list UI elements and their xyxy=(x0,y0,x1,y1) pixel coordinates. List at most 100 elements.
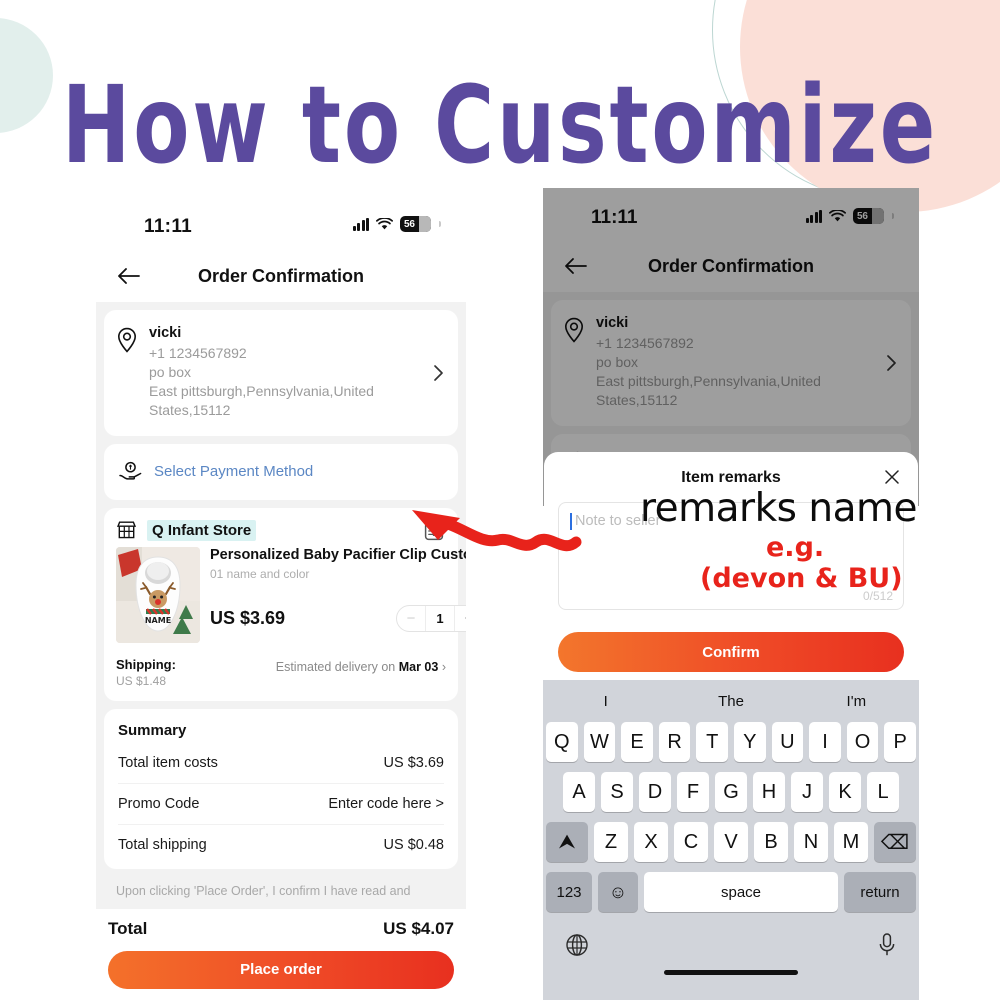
key-m[interactable]: M xyxy=(834,822,868,862)
address-line2: East pittsburgh,Pennsylvania,United xyxy=(149,382,374,399)
payment-method-card[interactable]: Select Payment Method xyxy=(104,443,458,500)
key-h[interactable]: H xyxy=(753,772,785,812)
summary-row-value: US $3.69 xyxy=(383,754,444,771)
shipping-left: Shipping: US $1.48 xyxy=(116,657,176,688)
signal-bars-icon xyxy=(805,209,822,223)
product-thumbnail: NAME xyxy=(116,546,200,643)
keyboard-suggestions: I The I'm xyxy=(543,680,919,722)
microphone-icon[interactable] xyxy=(877,932,897,958)
address-line1: po box xyxy=(596,353,639,370)
address-phone: +1 1234567892 xyxy=(596,335,694,351)
key-b[interactable]: B xyxy=(754,822,788,862)
key-z[interactable]: Z xyxy=(594,822,628,862)
keyboard-row-2: A S D F G H J K L xyxy=(546,772,916,812)
nav-title: Order Confirmation xyxy=(647,255,814,276)
return-key[interactable]: return xyxy=(844,872,916,912)
page-title: How to Customize xyxy=(61,62,939,188)
key-u[interactable]: U xyxy=(771,722,804,762)
key-x[interactable]: X xyxy=(634,822,668,862)
nav-bar: Order Confirmation xyxy=(543,240,919,292)
minus-icon[interactable]: − xyxy=(397,610,425,627)
key-i[interactable]: I xyxy=(809,722,841,762)
product-price: US $3.69 xyxy=(210,607,286,628)
place-order-button[interactable]: Place order xyxy=(108,950,454,989)
key-s[interactable]: S xyxy=(601,772,633,812)
summary-row: Total item costs US $3.69 xyxy=(118,743,444,784)
summary-row-label: Total item costs xyxy=(118,754,218,771)
address-card[interactable]: vicki +1 1234567892 po box East pittsbur… xyxy=(551,300,911,426)
close-x-icon[interactable] xyxy=(882,467,902,487)
summary-card: Summary Total item costs US $3.69 Promo … xyxy=(104,708,458,869)
hand-coin-icon xyxy=(119,461,142,480)
wifi-icon xyxy=(376,217,393,229)
status-icons: 56 xyxy=(352,216,441,232)
back-arrow-icon[interactable] xyxy=(563,256,589,276)
shift-up-icon[interactable]: ⮝ xyxy=(546,822,588,862)
keyboard-rows: Q W E R T Y U I O P A S D F G H J K L ⮝ … xyxy=(543,722,919,912)
key-v[interactable]: V xyxy=(714,822,748,862)
battery-nub xyxy=(439,221,441,227)
ios-keyboard: I The I'm Q W E R T Y U I O P A S D F G … xyxy=(543,680,919,1000)
keyboard-row-1: Q W E R T Y U I O P xyxy=(546,722,916,762)
quantity-stepper[interactable]: − 1 + xyxy=(395,604,466,632)
key-c[interactable]: C xyxy=(674,822,708,862)
summary-row-promo[interactable]: Promo Code Enter code here > xyxy=(118,784,444,825)
key-e[interactable]: E xyxy=(621,722,653,762)
key-w[interactable]: W xyxy=(583,722,616,762)
total-row: Total US $4.07 xyxy=(108,915,454,951)
backspace-icon[interactable]: ⌫ xyxy=(874,822,916,862)
key-y[interactable]: Y xyxy=(734,722,766,762)
space-key[interactable]: space xyxy=(644,872,838,912)
wifi-icon xyxy=(829,209,846,221)
key-g[interactable]: G xyxy=(715,772,747,812)
key-t[interactable]: T xyxy=(696,722,728,762)
key-d[interactable]: D xyxy=(639,772,671,812)
baby-bib-reindeer-photo: NAME xyxy=(116,546,200,643)
key-o[interactable]: O xyxy=(846,722,879,762)
keyboard-bottom-bar xyxy=(543,922,919,966)
phone-left-screen: 11:11 56 Order Confirmation vicki +1 123… xyxy=(96,196,466,1000)
red-wavy-arrow-icon xyxy=(412,510,582,552)
key-j[interactable]: J xyxy=(791,772,823,812)
payment-method-label: Select Payment Method xyxy=(154,463,314,481)
summary-title: Summary xyxy=(118,721,187,739)
status-time: 11:11 xyxy=(591,207,638,228)
dialog-title: Item remarks xyxy=(681,469,781,486)
quantity-value: 1 xyxy=(424,605,455,631)
address-info: vicki +1 1234567892 po box East pittsbur… xyxy=(149,325,444,420)
shipping-row[interactable]: Shipping: US $1.48 Estimated delivery on… xyxy=(104,649,458,701)
order-content: vicki +1 1234567892 po box East pittsbur… xyxy=(96,302,466,909)
total-value: US $4.07 xyxy=(383,918,454,938)
battery-fade xyxy=(419,216,431,232)
confirm-button[interactable]: Confirm xyxy=(558,632,904,672)
poster-root: How to Customize 11:11 56 Order Confirma… xyxy=(0,0,1000,1000)
keyboard-row-4: 123 ☺ space return xyxy=(546,872,916,912)
location-pin-icon xyxy=(564,317,584,343)
plus-icon[interactable]: + xyxy=(455,610,466,627)
order-disclaimer: Upon clicking 'Place Order', I confirm I… xyxy=(116,883,411,898)
summary-row: Total shipping US $0.48 xyxy=(118,825,444,865)
address-line3: States,15112 xyxy=(149,401,231,418)
numbers-key[interactable]: 123 xyxy=(546,872,592,912)
svg-text:NAME: NAME xyxy=(145,616,171,625)
key-q[interactable]: Q xyxy=(546,722,578,762)
address-line2: East pittsburgh,Pennsylvania,United xyxy=(596,372,821,389)
back-arrow-icon[interactable] xyxy=(116,266,142,286)
key-f[interactable]: F xyxy=(677,772,709,812)
key-a[interactable]: A xyxy=(563,772,595,812)
signal-bars-icon xyxy=(352,217,369,231)
globe-icon[interactable] xyxy=(565,933,589,957)
key-k[interactable]: K xyxy=(829,772,861,812)
annotation-eg: e.g. xyxy=(766,532,825,563)
key-l[interactable]: L xyxy=(867,772,899,812)
key-p[interactable]: P xyxy=(884,722,916,762)
store-name: Q Infant Store xyxy=(147,519,257,541)
suggestion-item[interactable]: I'm xyxy=(794,693,919,710)
address-card[interactable]: vicki +1 1234567892 po box East pittsbur… xyxy=(104,310,458,436)
suggestion-item[interactable]: The xyxy=(668,693,793,710)
suggestion-item[interactable]: I xyxy=(543,693,668,710)
emoji-smiley-icon[interactable]: ☺ xyxy=(598,872,638,912)
key-r[interactable]: R xyxy=(658,722,691,762)
status-bar: 11:11 56 xyxy=(543,188,919,240)
key-n[interactable]: N xyxy=(794,822,828,862)
